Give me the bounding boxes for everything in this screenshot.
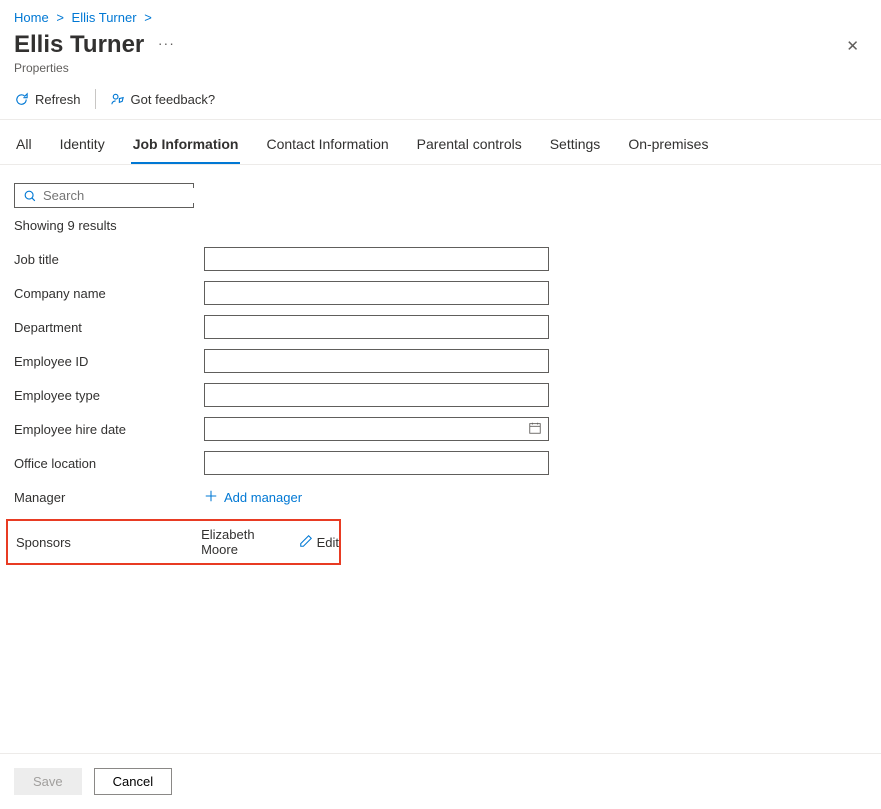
- form: Job title Company name Department Employ…: [14, 247, 867, 565]
- tab-identity[interactable]: Identity: [58, 124, 107, 164]
- row-department: Department: [14, 315, 867, 339]
- breadcrumb-user[interactable]: Ellis Turner: [72, 10, 137, 25]
- row-sponsors: Sponsors Elizabeth Moore Edit: [6, 519, 341, 565]
- label-job-title: Job title: [14, 252, 204, 267]
- toolbar: Refresh Got feedback?: [0, 75, 881, 120]
- refresh-icon: [14, 92, 29, 107]
- input-department[interactable]: [204, 315, 549, 339]
- label-sponsors: Sponsors: [8, 535, 201, 550]
- row-hire-date: Employee hire date: [14, 417, 867, 441]
- page-header: Ellis Turner ··· Properties ✕: [0, 31, 881, 75]
- row-manager: Manager Add manager: [14, 485, 867, 509]
- row-company-name: Company name: [14, 281, 867, 305]
- more-button[interactable]: ···: [158, 35, 175, 51]
- input-hire-date[interactable]: [205, 418, 522, 440]
- save-button[interactable]: Save: [14, 768, 82, 795]
- input-office-location[interactable]: [204, 451, 549, 475]
- edit-sponsors-button[interactable]: Edit: [299, 534, 339, 551]
- add-manager-button[interactable]: Add manager: [204, 489, 302, 506]
- tab-contact-information[interactable]: Contact Information: [264, 124, 390, 164]
- input-employee-type[interactable]: [204, 383, 549, 407]
- chevron-right-icon: >: [144, 10, 152, 25]
- add-manager-label: Add manager: [224, 490, 302, 505]
- results-count: Showing 9 results: [14, 218, 867, 233]
- tab-settings[interactable]: Settings: [548, 124, 603, 164]
- plus-icon: [204, 489, 218, 506]
- label-office-location: Office location: [14, 456, 204, 471]
- separator: [95, 89, 96, 109]
- tab-parental-controls[interactable]: Parental controls: [415, 124, 524, 164]
- row-job-title: Job title: [14, 247, 867, 271]
- tab-on-premises[interactable]: On-premises: [626, 124, 710, 164]
- row-office-location: Office location: [14, 451, 867, 475]
- page-subtitle: Properties: [14, 61, 838, 75]
- close-button[interactable]: ✕: [838, 33, 867, 59]
- tab-all[interactable]: All: [14, 124, 34, 164]
- chevron-right-icon: >: [56, 10, 64, 25]
- label-company-name: Company name: [14, 286, 204, 301]
- refresh-button[interactable]: Refresh: [14, 92, 81, 107]
- refresh-label: Refresh: [35, 92, 81, 107]
- search-input[interactable]: [43, 188, 219, 203]
- calendar-icon[interactable]: [522, 421, 548, 438]
- feedback-label: Got feedback?: [131, 92, 216, 107]
- footer: Save Cancel: [0, 753, 881, 809]
- label-employee-id: Employee ID: [14, 354, 204, 369]
- breadcrumb-home[interactable]: Home: [14, 10, 49, 25]
- sponsor-value: Elizabeth Moore: [201, 527, 293, 557]
- input-hire-date-wrapper[interactable]: [204, 417, 549, 441]
- tabs: All Identity Job Information Contact Inf…: [0, 124, 881, 165]
- search-icon: [23, 189, 37, 203]
- input-company-name[interactable]: [204, 281, 549, 305]
- row-employee-type: Employee type: [14, 383, 867, 407]
- label-hire-date: Employee hire date: [14, 422, 204, 437]
- close-icon: ✕: [846, 38, 859, 55]
- row-employee-id: Employee ID: [14, 349, 867, 373]
- breadcrumb: Home > Ellis Turner >: [0, 0, 881, 31]
- page-title: Ellis Turner: [14, 31, 144, 59]
- cancel-button[interactable]: Cancel: [94, 768, 172, 795]
- feedback-button[interactable]: Got feedback?: [110, 92, 216, 107]
- content: Showing 9 results Job title Company name…: [0, 165, 881, 583]
- label-manager: Manager: [14, 490, 204, 505]
- input-employee-id[interactable]: [204, 349, 549, 373]
- input-job-title[interactable]: [204, 247, 549, 271]
- tab-job-information[interactable]: Job Information: [131, 124, 241, 164]
- edit-label: Edit: [317, 535, 339, 550]
- search-box[interactable]: [14, 183, 194, 208]
- label-employee-type: Employee type: [14, 388, 204, 403]
- pencil-icon: [299, 534, 313, 551]
- label-department: Department: [14, 320, 204, 335]
- feedback-icon: [110, 92, 125, 107]
